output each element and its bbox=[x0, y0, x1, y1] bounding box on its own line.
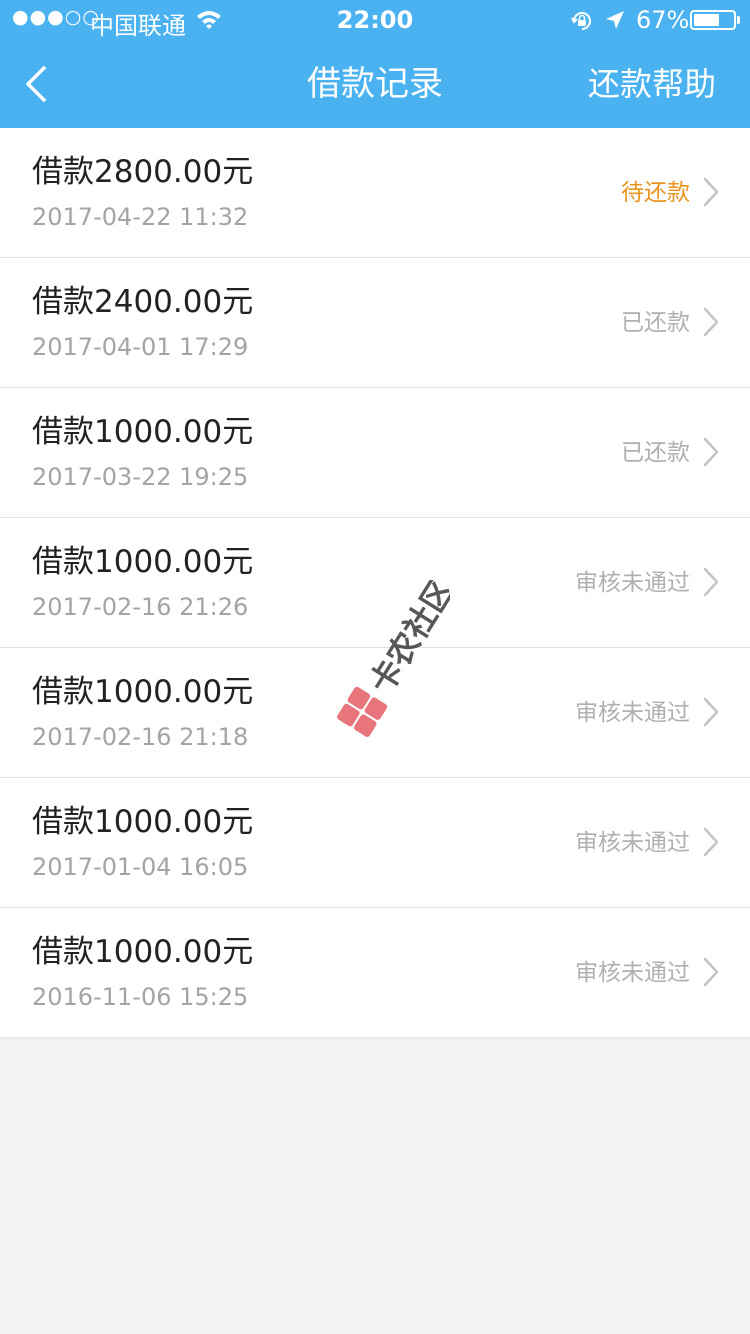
loan-record-row[interactable]: 借款1000.00元 2017-01-04 16:05 审核未通过 bbox=[0, 778, 750, 908]
loan-status: 待还款 bbox=[621, 180, 690, 206]
loan-record-row[interactable]: 借款2400.00元 2017-04-01 17:29 已还款 bbox=[0, 258, 750, 388]
battery-percent: 67% bbox=[636, 6, 690, 34]
loan-date: 2017-04-01 17:29 bbox=[32, 333, 249, 361]
loan-amount: 借款1000.00元 bbox=[32, 544, 254, 580]
location-arrow-icon bbox=[606, 11, 624, 29]
loan-status: 已还款 bbox=[621, 440, 690, 466]
chevron-right-icon bbox=[703, 567, 719, 597]
loan-amount: 借款1000.00元 bbox=[32, 934, 254, 970]
battery-icon bbox=[690, 10, 736, 30]
loan-amount: 借款2800.00元 bbox=[32, 154, 254, 190]
loan-amount: 借款2400.00元 bbox=[32, 284, 254, 320]
chevron-right-icon bbox=[703, 697, 719, 727]
navigation-bar: 借款记录 还款帮助 bbox=[0, 40, 750, 128]
status-bar: ●●●○○ 中国联通 22:00 67% bbox=[0, 0, 750, 40]
chevron-right-icon bbox=[703, 177, 719, 207]
watermark-text: 卡农社区 bbox=[362, 580, 450, 700]
battery-level-fill bbox=[694, 14, 719, 26]
loan-status: 审核未通过 bbox=[575, 830, 690, 856]
watermark: 卡农社区 bbox=[310, 571, 462, 760]
loan-record-row[interactable]: 借款2800.00元 2017-04-22 11:32 待还款 bbox=[0, 128, 750, 258]
rotation-lock-icon bbox=[571, 12, 591, 30]
loan-record-row[interactable]: 借款1000.00元 2016-11-06 15:25 审核未通过 bbox=[0, 908, 750, 1038]
app-header: ●●●○○ 中国联通 22:00 67% 借款记录 还款帮助 bbox=[0, 0, 750, 128]
repayment-help-button[interactable]: 还款帮助 bbox=[588, 62, 716, 106]
loan-status: 审核未通过 bbox=[575, 700, 690, 726]
loan-date: 2016-11-06 15:25 bbox=[32, 983, 249, 1011]
chevron-right-icon bbox=[703, 957, 719, 987]
chevron-right-icon bbox=[703, 437, 719, 467]
loan-date: 2017-02-16 21:18 bbox=[32, 723, 249, 751]
loan-date: 2017-01-04 16:05 bbox=[32, 853, 249, 881]
loan-status: 已还款 bbox=[621, 310, 690, 336]
chevron-right-icon bbox=[703, 307, 719, 337]
loan-status: 审核未通过 bbox=[575, 570, 690, 596]
loan-record-row[interactable]: 借款1000.00元 2017-03-22 19:25 已还款 bbox=[0, 388, 750, 518]
chevron-right-icon bbox=[703, 827, 719, 857]
loan-amount: 借款1000.00元 bbox=[32, 674, 254, 710]
battery-tip bbox=[737, 16, 740, 24]
loan-date: 2017-03-22 19:25 bbox=[32, 463, 249, 491]
loan-amount: 借款1000.00元 bbox=[32, 804, 254, 840]
loan-amount: 借款1000.00元 bbox=[32, 414, 254, 450]
loan-status: 审核未通过 bbox=[575, 960, 690, 986]
kanong-logo-icon: 卡农社区 bbox=[337, 571, 462, 737]
loan-date: 2017-04-22 11:32 bbox=[32, 203, 249, 231]
loan-date: 2017-02-16 21:26 bbox=[32, 593, 249, 621]
